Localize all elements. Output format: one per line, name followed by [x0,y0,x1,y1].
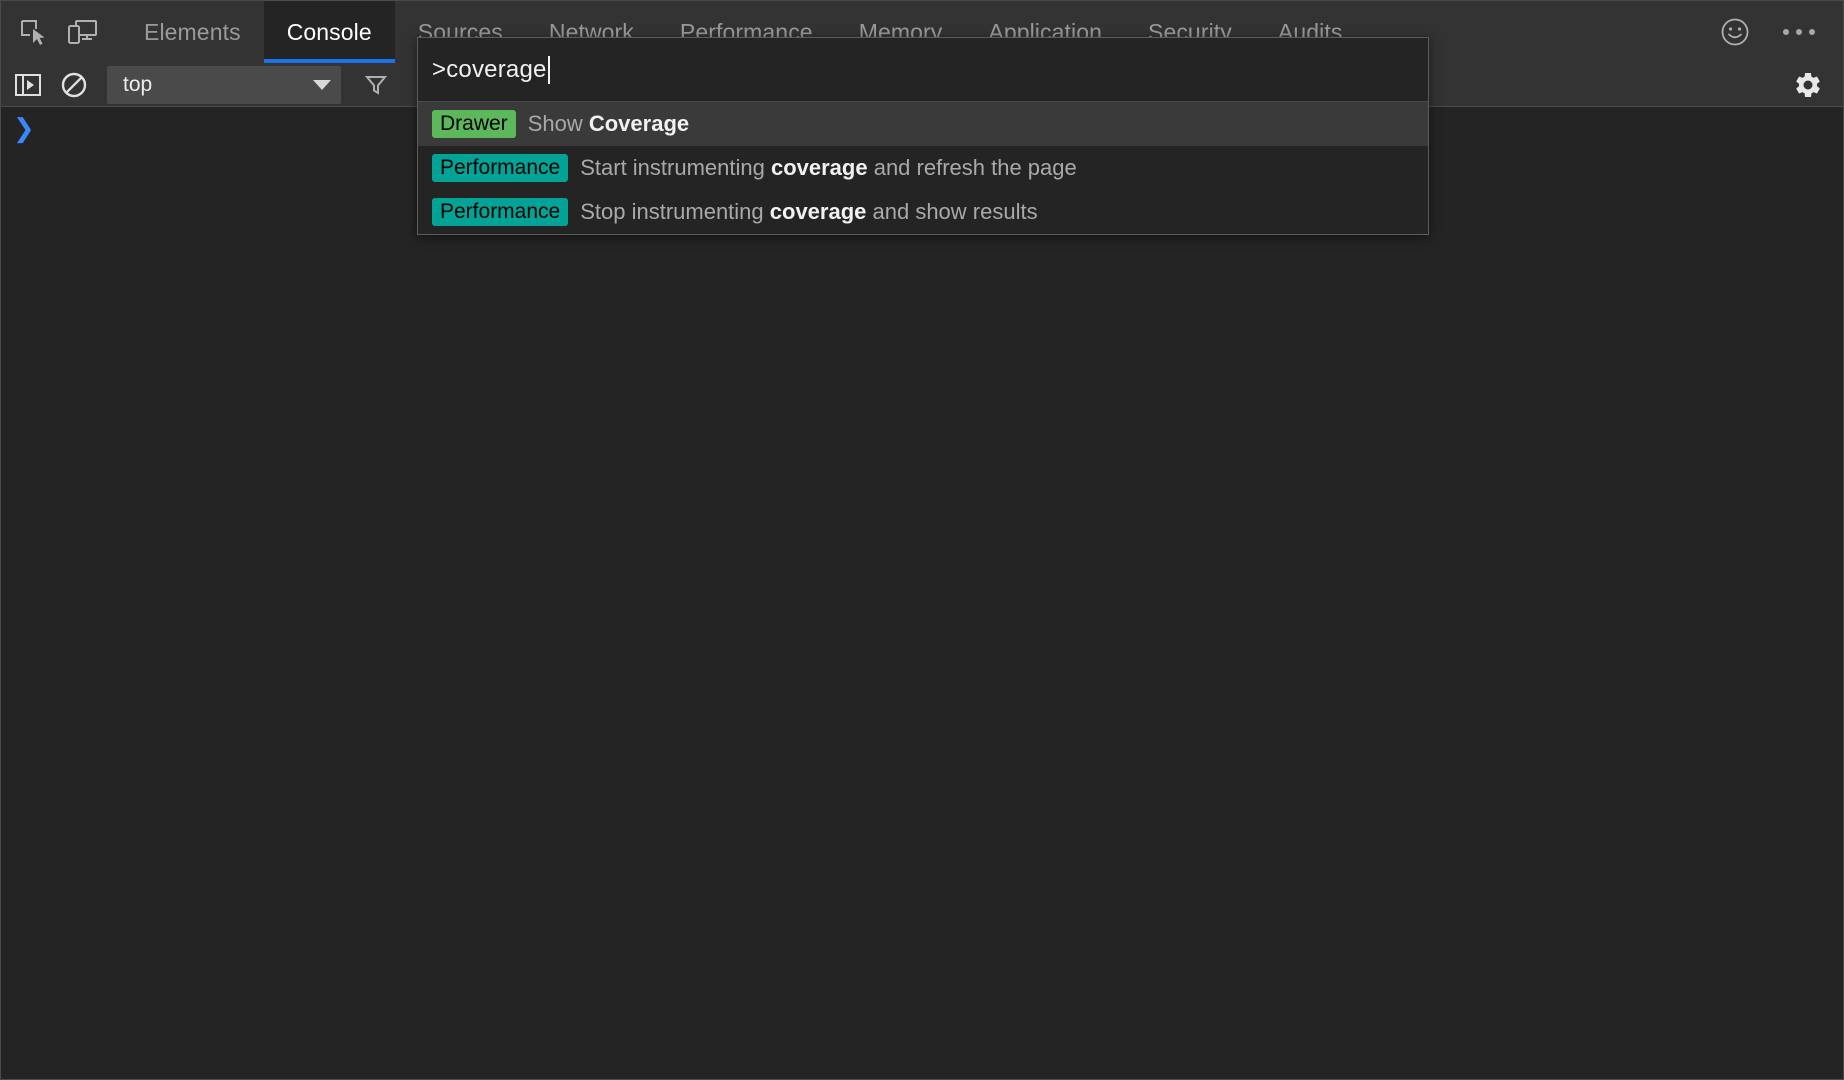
command-palette-dialog: >coverage Drawer Show Coverage Performan… [417,37,1429,235]
command-palette-input[interactable]: >coverage [432,56,550,84]
command-palette-result-item[interactable]: Drawer Show Coverage [418,102,1428,146]
command-palette-input-wrap[interactable]: >coverage [418,38,1428,102]
device-toolbar-icon[interactable] [61,9,105,55]
result-label: Start instrumenting coverage and refresh… [580,155,1077,181]
command-palette-result-item[interactable]: Performance Start instrumenting coverage… [418,146,1428,190]
execution-context-select[interactable]: top [107,66,341,104]
tab-console[interactable]: Console [264,1,395,63]
tabbar-right-tools [1713,1,1843,63]
chevron-down-icon [313,80,331,90]
result-category-badge: Performance [432,154,568,182]
command-palette-results: Drawer Show Coverage Performance Start i… [418,102,1428,234]
result-match: coverage [770,199,867,224]
tab-elements[interactable]: Elements [121,1,264,63]
result-text-before: Start instrumenting [580,155,771,180]
feedback-smiley-icon[interactable] [1713,9,1757,55]
result-text-before: Stop instrumenting [580,199,770,224]
tab-label: Elements [144,19,241,46]
settings-gear-icon[interactable] [1789,66,1827,104]
result-match: coverage [771,155,868,180]
console-prompt-chevron-icon: ❯ [13,116,35,142]
command-palette-result-item[interactable]: Performance Stop instrumenting coverage … [418,190,1428,234]
result-text-after: and show results [866,199,1037,224]
result-match: Coverage [589,111,689,136]
filter-icon[interactable] [357,66,395,104]
tabbar-left-tools [1,1,105,63]
command-palette-input-value: >coverage [432,56,547,84]
result-label: Stop instrumenting coverage and show res… [580,199,1037,225]
result-category-badge: Drawer [432,110,516,138]
clear-console-icon[interactable] [55,66,93,104]
execution-context-value: top [123,73,152,97]
console-toolbar-right [1781,66,1843,104]
tab-label: Console [287,19,372,46]
result-label: Show Coverage [528,111,689,137]
console-sidebar-toggle-icon[interactable] [9,66,47,104]
more-options-icon[interactable] [1777,19,1821,45]
text-caret [548,56,550,84]
devtools-window: Elements Console Sources Network Perform… [0,0,1844,1080]
inspect-element-icon[interactable] [11,9,55,55]
result-text-after: and refresh the page [868,155,1077,180]
result-text-before: Show [528,111,589,136]
result-category-badge: Performance [432,198,568,226]
console-output-area[interactable]: ❯ [1,108,1843,1079]
